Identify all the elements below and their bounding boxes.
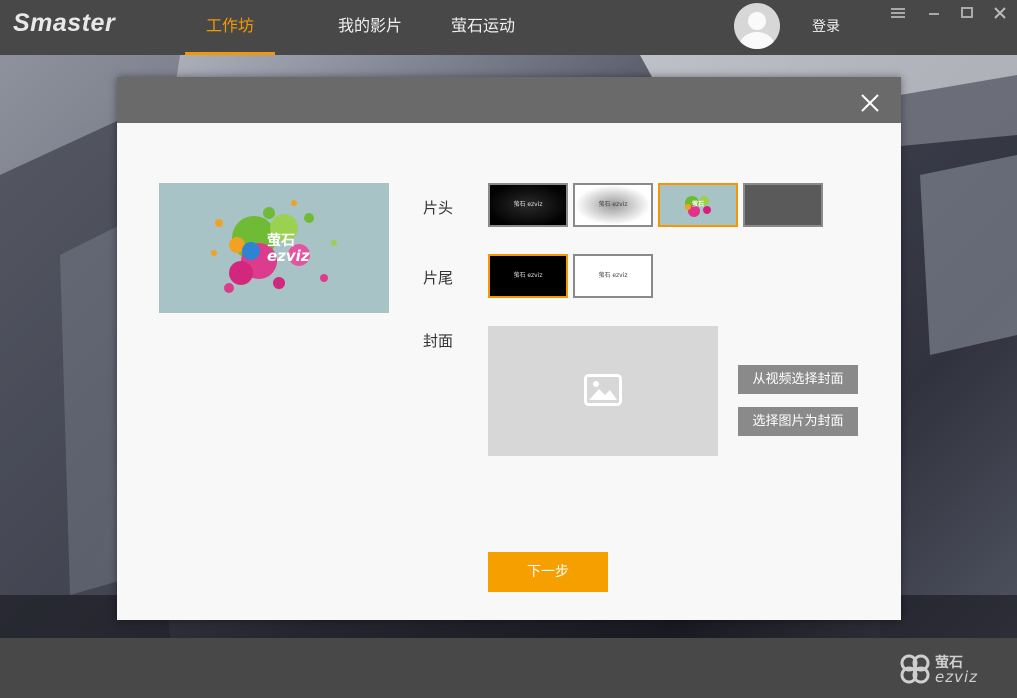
next-button[interactable]: 下一步 <box>488 552 608 592</box>
login-link[interactable]: 登录 <box>812 16 840 36</box>
avatar[interactable] <box>734 3 780 49</box>
tab-my-videos[interactable]: 我的影片 <box>312 0 428 55</box>
intro-thumb-splash[interactable]: 萤石 <box>658 183 738 227</box>
outro-thumb-mark: 萤石 ezviz <box>513 272 543 279</box>
bottom-bar <box>0 638 1017 698</box>
cover-placeholder[interactable] <box>488 326 718 456</box>
intro-label: 片头 <box>423 199 454 217</box>
outro-thumb-white[interactable]: 萤石 ezviz <box>573 254 653 298</box>
tab-ezviz-sports[interactable]: 萤石运动 <box>440 0 526 55</box>
intro-thumb-blank[interactable] <box>743 183 823 227</box>
footer-brand-en: ezviz <box>935 668 979 686</box>
intro-thumb-mark: 萤石 <box>691 201 704 208</box>
template-dialog: 萤石 ezviz 片头 萤石 ezviz 萤石 ezviz 萤石 片尾 萤石 e… <box>117 77 901 620</box>
menu-icon[interactable] <box>890 5 906 21</box>
maximize-icon[interactable] <box>959 5 975 21</box>
footer-brand: 萤石 ezviz <box>900 650 1000 690</box>
close-window-icon[interactable] <box>992 5 1008 21</box>
dialog-header <box>117 77 901 123</box>
cover-from-image-button[interactable]: 选择图片为封面 <box>738 407 858 436</box>
cover-from-video-button[interactable]: 从视频选择封面 <box>738 365 858 394</box>
outro-thumb-black[interactable]: 萤石 ezviz <box>488 254 568 298</box>
video-preview: 萤石 ezviz <box>159 183 389 313</box>
intro-thumb-mark: 萤石 ezviz <box>513 201 543 208</box>
preview-brand-en: ezviz <box>267 247 310 265</box>
app-logo: Smaster <box>13 9 116 37</box>
outro-label: 片尾 <box>423 269 454 287</box>
intro-thumb-black[interactable]: 萤石 ezviz <box>488 183 568 227</box>
tab-workshop[interactable]: 工作坊 <box>185 0 275 55</box>
cover-label: 封面 <box>423 332 454 350</box>
ezviz-logo-icon <box>900 654 930 684</box>
outro-thumb-mark: 萤石 ezviz <box>598 272 628 279</box>
intro-thumb-mark: 萤石 ezviz <box>598 201 628 208</box>
image-placeholder-icon <box>584 374 622 406</box>
title-bar: Smaster 工作坊 我的影片 萤石运动 登录 <box>0 0 1017 55</box>
minimize-icon[interactable] <box>926 5 942 21</box>
intro-thumb-white[interactable]: 萤石 ezviz <box>573 183 653 227</box>
close-icon[interactable] <box>861 94 879 112</box>
